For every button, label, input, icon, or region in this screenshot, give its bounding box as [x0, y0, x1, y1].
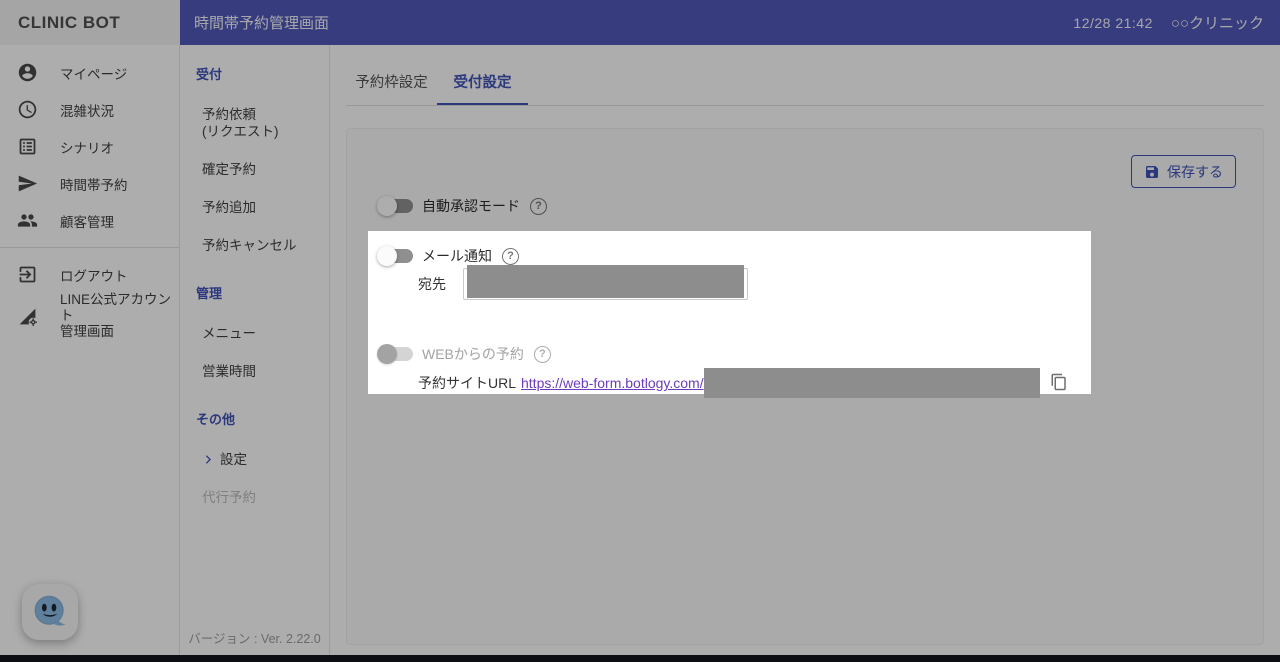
help-icon[interactable]: [502, 247, 519, 265]
app-window: CLINIC BOT 時間帯予約管理画面 12/28 21:42 ○○クリニック…: [0, 0, 1280, 662]
recipient-input[interactable]: [463, 265, 748, 300]
mail-notify-toggle[interactable]: [377, 246, 413, 266]
web-booking-label: WEBからの予約: [422, 346, 524, 362]
redacted-value: [703, 368, 1040, 398]
redacted-value: [467, 265, 744, 298]
web-booking-toggle[interactable]: [377, 344, 413, 364]
booking-url-label: 予約サイトURL: [418, 375, 517, 391]
recipient-row: 宛先: [418, 265, 748, 300]
web-booking-row: WEBからの予約: [377, 338, 551, 370]
help-icon[interactable]: [533, 345, 551, 363]
mail-notify-label: メール通知: [422, 248, 492, 264]
booking-url-row: 予約サイトURL https://web-form.botlogy.com/: [418, 367, 1069, 399]
recipient-label: 宛先: [418, 276, 446, 292]
booking-url-link[interactable]: https://web-form.botlogy.com/: [521, 375, 704, 391]
spotlight-box: メール通知 宛先 WEBからの予約 予約サイトURL https://we: [368, 231, 1091, 398]
copy-icon[interactable]: [1049, 373, 1069, 393]
